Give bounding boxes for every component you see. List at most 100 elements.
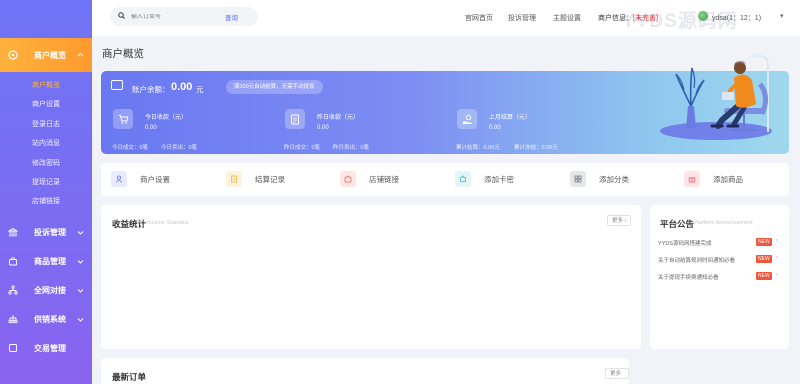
sidebar-item-login-log[interactable]: 登录日志 <box>0 115 92 134</box>
sidebar-item-merchant-settings[interactable]: 商户设置 <box>0 95 92 114</box>
sidebar-menu-network[interactable]: 全网对接 <box>0 276 92 305</box>
puzzle-icon <box>455 171 471 187</box>
sidebar: 商户概览 商户概览 商户设置 登录日志 站内消息 修改密码 提现记录 店铺链接 … <box>0 0 92 384</box>
income-title: 收益统计 <box>112 219 147 229</box>
chevron-up-icon <box>77 50 84 59</box>
notice-item[interactable]: YYDS源码网搭建完成 <box>658 239 711 247</box>
order-search: 查询 <box>110 7 258 26</box>
income-more-button[interactable]: 更多 › <box>607 215 632 226</box>
shortcut-label: 结算记录 <box>255 174 285 184</box>
new-badge: NEW <box>756 238 772 246</box>
merchant-info[interactable]: 商户信息：[未完善] <box>598 13 658 23</box>
nav-theme-settings[interactable]: 主题设置 <box>553 13 581 23</box>
balance-amount: 0.00 <box>171 81 193 93</box>
file-icon <box>226 171 242 187</box>
chevron-down-icon <box>77 315 84 324</box>
shortcut-add-product[interactable]: 添加商品 <box>684 171 743 187</box>
shortcut-label: 店铺链接 <box>369 174 399 184</box>
today-income-label: 今日收款（元） <box>145 115 188 121</box>
last-month-settle-label: 上月结算（元） <box>489 115 532 121</box>
sidebar-menu-merchant-overview[interactable]: 商户概览 <box>0 38 92 72</box>
shortcut-merchant-settings[interactable]: 商户设置 <box>111 171 170 187</box>
chevron-right-icon: › <box>776 255 778 261</box>
sidebar-menu-products[interactable]: 商品管理 <box>0 247 92 276</box>
auto-settle-notice: 满100元自动结算，无需手动提现 <box>226 80 323 94</box>
search-button[interactable]: 查询 <box>225 12 238 22</box>
supply-icon <box>6 312 20 326</box>
cart-icon <box>113 109 133 129</box>
yesterday-deals: 昨日成交：0笔 <box>284 145 321 151</box>
merchant-info-label: 商户信息： <box>598 15 633 22</box>
document-icon <box>285 109 305 129</box>
last-month-settle-value: 0.00 <box>489 125 501 131</box>
sidebar-menu-label: 全网对接 <box>34 285 66 295</box>
shortcut-shop-link[interactable]: 店铺链接 <box>340 171 399 187</box>
today-income-value: 0.00 <box>145 125 157 131</box>
top-header: 查询 YYDS源码网 官网首页 投诉管理 主题设置 商户信息：[未完善] yds… <box>92 0 800 36</box>
sidebar-menu-complaints[interactable]: 投诉管理 <box>0 218 92 247</box>
nav-official-home[interactable]: 官网首页 <box>465 13 493 23</box>
today-sold: 今日卖出：0笔 <box>161 145 198 151</box>
user-icon <box>111 171 127 187</box>
shop-icon <box>340 171 356 187</box>
chevron-down-icon <box>77 228 84 237</box>
orders-more-button[interactable]: 更多 › <box>605 368 629 384</box>
income-statistics-panel: 收益统计 Income Statistics 更多 › <box>101 205 641 349</box>
balance-unit: 元 <box>196 85 204 94</box>
notice-item[interactable]: 关于提现手续费通知必看 <box>658 273 719 281</box>
sidebar-menu-trade[interactable]: 交易管理 <box>0 334 92 363</box>
sidebar-menu-label: 商户概览 <box>34 50 66 60</box>
chevron-down-icon <box>77 286 84 295</box>
sidebar-item-shop-link[interactable]: 店铺链接 <box>0 192 92 211</box>
home-icon <box>6 48 20 62</box>
total-settled: 累计结算：0.00元 <box>456 145 500 151</box>
orders-title: 最新订单 <box>112 372 147 382</box>
trade-icon <box>6 341 20 355</box>
person-on-chair-illustration <box>660 53 772 140</box>
sidebar-menu-supply[interactable]: 供销系统 <box>0 305 92 334</box>
grid-icon <box>570 171 586 187</box>
sidebar-item-change-password[interactable]: 修改密码 <box>0 154 92 173</box>
shortcut-label: 添加卡密 <box>484 174 514 184</box>
platform-notice-panel: 平台公告 Platform Announcement YYDS源码网搭建完成 N… <box>650 205 789 349</box>
shortcut-label: 商户设置 <box>140 174 170 184</box>
yesterday-sold: 昨日卖出：0笔 <box>333 145 370 151</box>
chevron-down-icon <box>77 257 84 266</box>
shortcut-label: 添加分类 <box>599 174 629 184</box>
total-frozen: 累计冻结：0.00元 <box>514 145 558 151</box>
balance-label: 账户余额： <box>132 85 170 94</box>
avatar[interactable] <box>698 11 708 21</box>
new-badge: NEW <box>756 272 772 280</box>
bank-icon <box>6 225 20 239</box>
bag-icon <box>6 254 20 268</box>
new-badge: NEW <box>756 255 772 263</box>
sidebar-item-messages[interactable]: 站内消息 <box>0 134 92 153</box>
latest-orders-panel: 最新订单 更多 › <box>101 358 629 384</box>
sidebar-item-merchant-overview[interactable]: 商户概览 <box>0 76 92 95</box>
wallet-icon <box>111 80 123 90</box>
shortcut-bar: 商户设置 结算记录 店铺链接 添加卡密 添加分类 添加商品 <box>101 163 789 196</box>
merchant-info-status: [未完善] <box>633 15 658 22</box>
notice-item[interactable]: 关于自动结算规则时间通知必看 <box>658 256 735 264</box>
search-input[interactable] <box>131 13 219 20</box>
sidebar-menu-label: 供销系统 <box>34 314 66 324</box>
shortcut-add-card-key[interactable]: 添加卡密 <box>455 171 514 187</box>
caret-down-icon[interactable]: ▾ <box>780 12 784 20</box>
sidebar-menu-label: 商品管理 <box>34 256 66 266</box>
sidebar-logo-area <box>0 0 92 38</box>
network-icon <box>6 283 20 297</box>
page-title: 商户概览 <box>102 48 144 60</box>
username[interactable]: ydsa(1：12：1) <box>712 13 761 23</box>
coin-hand-icon <box>457 109 477 129</box>
yesterday-income-value: 0.00 <box>317 125 329 131</box>
sidebar-item-withdraw-records[interactable]: 提现记录 <box>0 173 92 192</box>
shortcut-add-category[interactable]: 添加分类 <box>570 171 629 187</box>
income-subtitle: Income Statistics <box>147 220 189 226</box>
notice-title: 平台公告 <box>660 219 695 229</box>
today-deals: 今日成交：0笔 <box>112 145 149 151</box>
nav-complaints[interactable]: 投诉管理 <box>508 13 536 23</box>
shortcut-settlement-records[interactable]: 结算记录 <box>226 171 285 187</box>
chevron-right-icon: › <box>776 272 778 278</box>
gift-icon <box>684 171 700 187</box>
search-icon <box>118 12 125 21</box>
